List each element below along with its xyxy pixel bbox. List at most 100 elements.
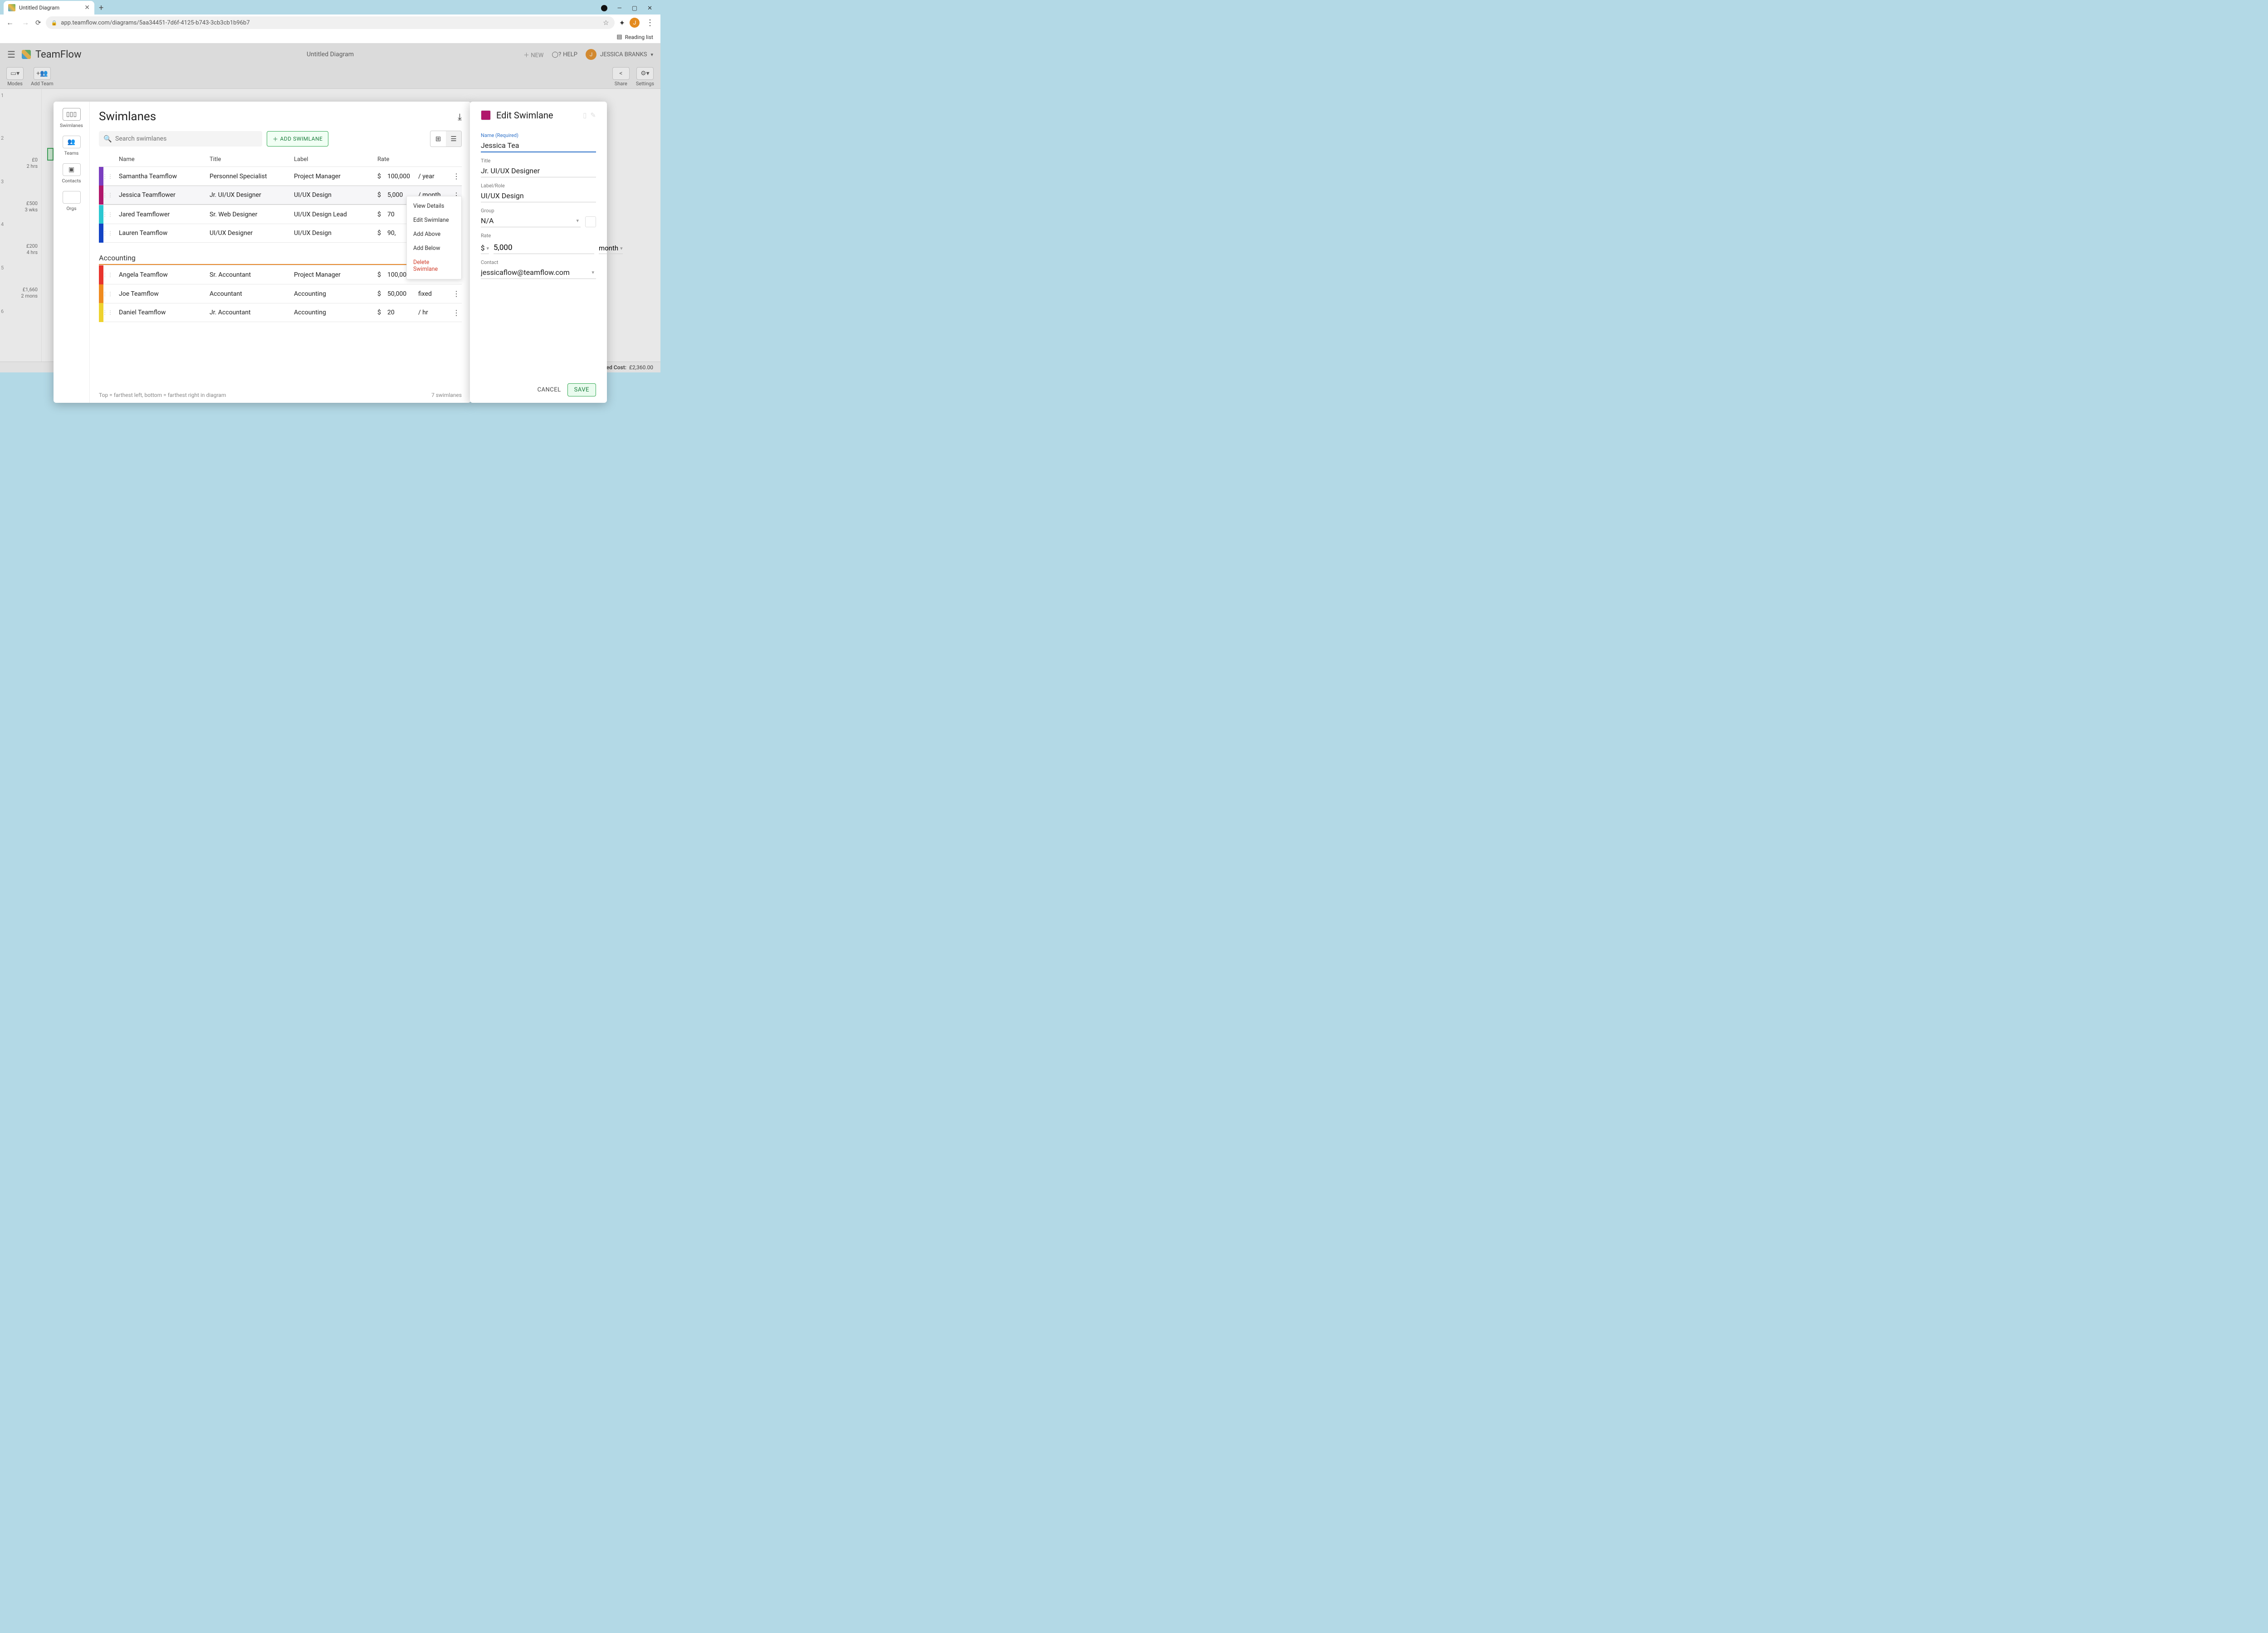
user-menu[interactable]: J JESSICA BRANKS ▾ bbox=[586, 49, 653, 60]
back-icon[interactable]: ← bbox=[5, 18, 15, 27]
ruler-label: £2004 hrs bbox=[26, 243, 38, 256]
nav-swimlanes[interactable]: ▯▯▯Swimlanes bbox=[54, 105, 89, 131]
swimlane-color-swatch[interactable] bbox=[481, 110, 491, 120]
add-team-tool[interactable]: +👥 Add Team bbox=[31, 67, 54, 87]
app-header: ☰ TeamFlow Untitled Diagram ＋ NEW ◯? HEL… bbox=[0, 44, 660, 65]
drag-handle-icon[interactable]: ⋮⋮ bbox=[103, 272, 112, 278]
app-logo[interactable]: TeamFlow bbox=[22, 49, 82, 60]
gear-icon: ⚙▾ bbox=[640, 70, 650, 77]
add-swimlane-button[interactable]: ＋ ADD SWIMLANE bbox=[267, 131, 328, 147]
cell-title: Personnel Specialist bbox=[202, 173, 287, 180]
browser-menu-icon[interactable]: ⋮ bbox=[644, 18, 656, 28]
maximize-icon[interactable]: ▢ bbox=[632, 5, 637, 12]
edit-icon[interactable]: ✎ bbox=[590, 111, 596, 119]
nav-orgs[interactable]: Orgs bbox=[54, 188, 89, 214]
share-tool[interactable]: < Share bbox=[612, 67, 630, 87]
modes-tool[interactable]: ▭▾ Modes bbox=[6, 67, 24, 87]
nav-teams[interactable]: 👥Teams bbox=[54, 133, 89, 159]
help-button[interactable]: ◯? HELP bbox=[552, 51, 577, 58]
cell-label: Project Manager bbox=[287, 271, 370, 279]
row-menu-icon[interactable]: ⋮ bbox=[451, 289, 462, 298]
close-window-icon[interactable]: ✕ bbox=[647, 5, 652, 12]
search-input[interactable] bbox=[99, 131, 262, 147]
drag-handle-icon[interactable]: ⋮⋮ bbox=[103, 211, 112, 218]
browser-tab[interactable]: Untitled Diagram ✕ bbox=[4, 1, 94, 15]
footer-count: 7 swimlanes bbox=[431, 392, 462, 398]
menu-add-above[interactable]: Add Above bbox=[407, 227, 461, 241]
swimlanes-icon: ▯▯▯ bbox=[63, 108, 81, 121]
view-toggle: ⊞ ☰ bbox=[430, 131, 462, 147]
extensions-icon[interactable]: ✦ bbox=[619, 19, 625, 27]
menu-add-below[interactable]: Add Below bbox=[407, 241, 461, 255]
drag-handle-icon[interactable]: ⋮⋮ bbox=[103, 309, 112, 316]
name-field[interactable] bbox=[481, 138, 596, 152]
cell-label: UI/UX Design bbox=[287, 191, 370, 199]
ruler-tick: 3 bbox=[1, 179, 4, 185]
contact-field[interactable] bbox=[481, 265, 596, 279]
label-field[interactable] bbox=[481, 189, 596, 202]
save-button[interactable]: SAVE bbox=[567, 383, 596, 396]
cell-name: Joe Teamflow bbox=[112, 290, 202, 298]
drag-handle-icon[interactable]: ⋮⋮ bbox=[103, 230, 112, 236]
row-menu-icon[interactable]: ⋮ bbox=[451, 172, 462, 181]
app-indicator-icon[interactable] bbox=[601, 5, 607, 11]
modal-title: Swimlanes bbox=[99, 110, 156, 123]
nav-contacts[interactable]: ▣Contacts bbox=[54, 161, 89, 186]
brand-name: TeamFlow bbox=[35, 49, 82, 60]
group-select[interactable] bbox=[481, 214, 581, 227]
reload-icon[interactable]: ⟳ bbox=[35, 19, 41, 27]
cell-label: Project Manager bbox=[287, 173, 370, 180]
bookmark-bar: ▤ Reading list bbox=[0, 31, 660, 44]
list-view-icon[interactable]: ☰ bbox=[446, 131, 461, 147]
cell-name: Lauren Teamflow bbox=[112, 230, 202, 237]
document-title[interactable]: Untitled Diagram bbox=[307, 51, 354, 58]
group-color-swatch[interactable] bbox=[585, 216, 596, 227]
table-row[interactable]: ⋮⋮ Daniel Teamflow Jr. Accountant Accoun… bbox=[99, 303, 462, 322]
cell-name: Jared Teamflower bbox=[112, 211, 202, 218]
table-row[interactable]: ⋮⋮ Samantha Teamflow Personnel Specialis… bbox=[99, 166, 462, 186]
menu-delete-swimlane[interactable]: Delete Swimlane bbox=[407, 255, 461, 276]
close-icon[interactable]: ✕ bbox=[84, 4, 90, 11]
selection-box[interactable] bbox=[47, 148, 54, 161]
minimize-icon[interactable]: ― bbox=[617, 5, 622, 12]
table-header: Name Title Label Rate bbox=[99, 156, 462, 166]
panel-title: Edit Swimlane bbox=[496, 110, 553, 121]
modes-icon: ▭▾ bbox=[10, 70, 20, 77]
search-input-wrap: 🔍 bbox=[99, 131, 262, 147]
col-name: Name bbox=[119, 156, 210, 163]
address-bar[interactable]: 🔒 app.teamflow.com/diagrams/5aa34451-7d6… bbox=[46, 16, 615, 29]
modal-footer: Top = farthest left, bottom = farthest r… bbox=[99, 387, 462, 398]
forward-icon[interactable]: → bbox=[20, 18, 31, 27]
ruler-label: £1,6602 mons bbox=[21, 287, 38, 300]
app-root: ☰ TeamFlow Untitled Diagram ＋ NEW ◯? HEL… bbox=[0, 44, 660, 372]
new-button[interactable]: ＋ NEW bbox=[523, 50, 543, 59]
new-tab-button[interactable]: + bbox=[99, 3, 103, 15]
menu-icon[interactable]: ☰ bbox=[7, 49, 15, 60]
cell-name: Daniel Teamflow bbox=[112, 309, 202, 316]
cell-label: UI/UX Design Lead bbox=[287, 211, 370, 218]
rate-unit-select[interactable]: month▾ bbox=[599, 244, 623, 254]
reading-list-link[interactable]: Reading list bbox=[625, 34, 653, 40]
title-field[interactable] bbox=[481, 164, 596, 177]
cancel-button[interactable]: CANCEL bbox=[538, 383, 561, 396]
settings-tool[interactable]: ⚙▾ Settings bbox=[636, 67, 654, 87]
menu-view-details[interactable]: View Details bbox=[407, 199, 461, 213]
copy-icon[interactable]: ▯ bbox=[583, 111, 587, 119]
swimlanes-modal: ▯▯▯Swimlanes 👥Teams ▣Contacts Orgs Swiml… bbox=[54, 102, 471, 403]
grid-view-icon[interactable]: ⊞ bbox=[430, 131, 446, 147]
bookmark-star-icon[interactable]: ☆ bbox=[603, 19, 609, 27]
menu-edit-swimlane[interactable]: Edit Swimlane bbox=[407, 213, 461, 227]
row-menu-icon[interactable]: ⋮ bbox=[451, 308, 462, 317]
drag-handle-icon[interactable]: ⋮⋮ bbox=[103, 291, 112, 297]
user-avatar: J bbox=[586, 49, 596, 60]
download-icon[interactable]: ⤓ bbox=[458, 111, 462, 122]
rate-amount-field[interactable] bbox=[494, 243, 594, 254]
drag-handle-icon[interactable]: ⋮⋮ bbox=[103, 173, 112, 180]
col-title: Title bbox=[210, 156, 294, 163]
table-row[interactable]: ⋮⋮ Joe Teamflow Accountant Accounting $5… bbox=[99, 284, 462, 303]
profile-avatar[interactable]: J bbox=[630, 18, 640, 28]
currency-select[interactable]: $▾ bbox=[481, 244, 489, 254]
name-label: Name (Required) bbox=[481, 132, 596, 138]
group-label: Group bbox=[481, 208, 581, 214]
drag-handle-icon[interactable]: ⋮⋮ bbox=[103, 192, 112, 198]
